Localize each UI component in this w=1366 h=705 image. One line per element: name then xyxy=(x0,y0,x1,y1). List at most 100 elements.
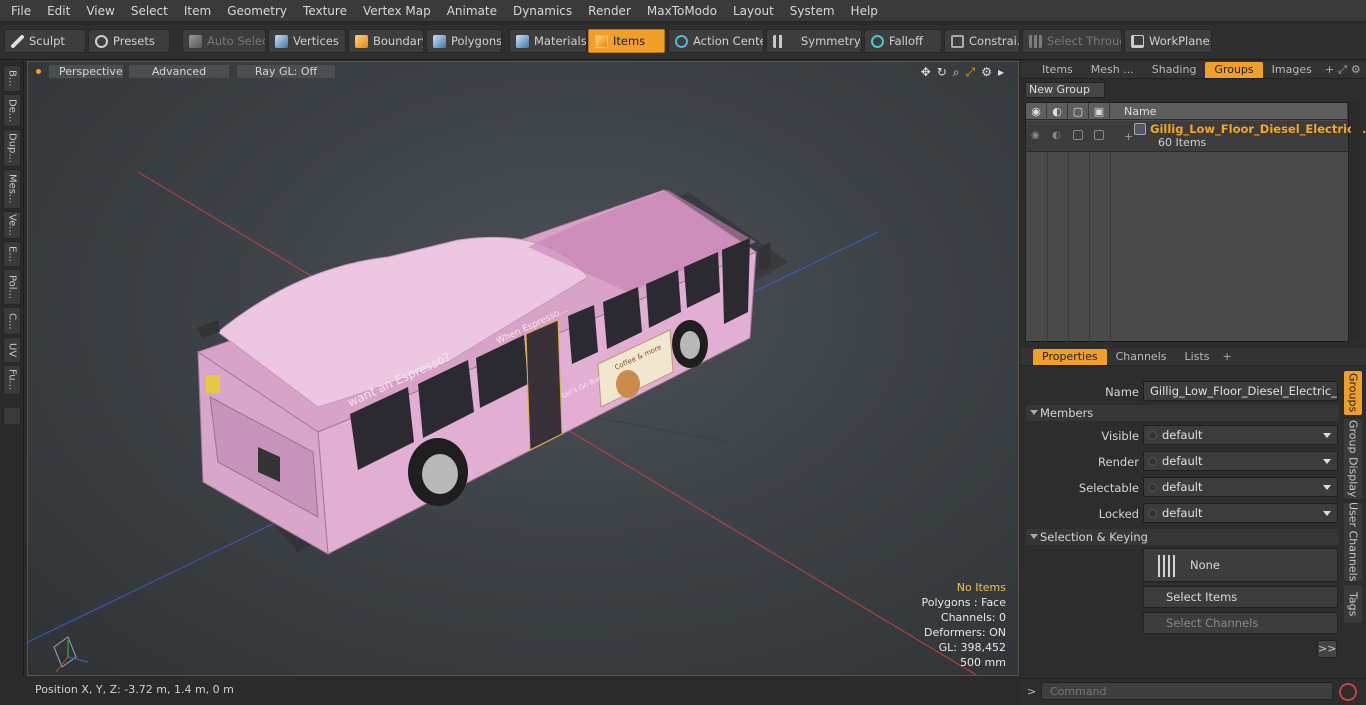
menu-item[interactable]: Item xyxy=(176,4,219,18)
falloff-button[interactable]: Falloff xyxy=(864,29,942,53)
tab-curve[interactable]: C... xyxy=(3,307,21,335)
zoom-icon[interactable]: ⌕ xyxy=(953,65,960,80)
vtab-groups[interactable]: Groups xyxy=(1344,371,1362,415)
tab-edge[interactable]: E... xyxy=(3,241,21,267)
constraints-button[interactable]: Constrai... xyxy=(944,29,1020,53)
items-icon xyxy=(595,34,608,48)
vtab-group-display[interactable]: Group Display xyxy=(1344,419,1362,499)
render-icon[interactable]: ◐ xyxy=(1047,102,1068,120)
command-input[interactable] xyxy=(1041,682,1333,700)
workplane-button[interactable]: WorkPlane xyxy=(1124,29,1212,53)
group-name[interactable]: Gillig_Low_Floor_Diesel_Electric ... xyxy=(1150,122,1366,136)
gear-icon[interactable]: ⚙ xyxy=(981,65,992,80)
group-count: 60 Items xyxy=(1158,136,1207,149)
boundary-button[interactable]: Boundary xyxy=(348,29,424,53)
select-through-button[interactable]: Select Through xyxy=(1022,29,1122,53)
name-field[interactable]: Gillig_Low_Floor_Diesel_Electric_Hybri xyxy=(1143,381,1338,401)
middle-door xyxy=(525,319,563,451)
tab-channels[interactable]: Channels xyxy=(1107,349,1176,365)
add-tab-icon[interactable]: + xyxy=(1325,63,1334,76)
raygl-toggle[interactable]: Ray GL: Off xyxy=(236,64,336,79)
select-channels-button[interactable]: Select Channels xyxy=(1143,612,1338,634)
members-section[interactable]: Members xyxy=(1026,405,1339,421)
viewport-options-icon[interactable] xyxy=(36,69,41,74)
presets-button[interactable]: Presets xyxy=(88,29,170,53)
menu-geometry[interactable]: Geometry xyxy=(219,4,295,18)
menu-edit[interactable]: Edit xyxy=(39,4,78,18)
tab-extra[interactable] xyxy=(3,407,21,425)
gear-icon[interactable]: ⚙ xyxy=(1351,63,1361,76)
vtab-user-channels[interactable]: User Channels xyxy=(1344,502,1362,582)
tab-shading[interactable]: Shading xyxy=(1143,62,1206,78)
tab-duplicate[interactable]: Dup... xyxy=(3,129,21,167)
menu-view[interactable]: View xyxy=(78,4,122,18)
menu-animate[interactable]: Animate xyxy=(439,4,505,18)
menu-layout[interactable]: Layout xyxy=(725,4,782,18)
visible-dropdown[interactable]: default xyxy=(1143,425,1338,445)
items-button[interactable]: Items xyxy=(588,29,665,53)
visibility-icon[interactable]: ◉ xyxy=(1031,130,1040,141)
expand-icon[interactable]: + xyxy=(1124,130,1133,143)
lock-icon[interactable]: ▣ xyxy=(1089,102,1110,120)
locked-dropdown[interactable]: default xyxy=(1143,503,1338,523)
menu-system[interactable]: System xyxy=(782,4,843,18)
main-toolbar: Sculpt Presets Auto Select Vertices1 Bou… xyxy=(0,25,1366,60)
tab-uv[interactable]: UV xyxy=(3,337,21,363)
selectable-dropdown[interactable]: default xyxy=(1143,477,1338,497)
3d-viewport[interactable]: want an Espresso? When Espresso... Let's… xyxy=(27,61,1019,676)
fit-icon[interactable]: ⤢ xyxy=(966,65,976,80)
rotate-icon[interactable]: ↻ xyxy=(937,65,947,80)
none-button[interactable]: None xyxy=(1143,548,1338,582)
vertices-button[interactable]: Vertices1 xyxy=(268,29,346,53)
symmetry-button[interactable]: Symmetry xyxy=(766,29,862,53)
tab-fusion[interactable]: Fu... xyxy=(3,365,21,395)
tab-deform[interactable]: De... xyxy=(3,94,21,127)
tab-mesh-edit[interactable]: Mes... xyxy=(3,169,21,209)
menu-file[interactable]: File xyxy=(3,4,39,18)
group-row[interactable]: ◉ ◐ + Gillig_Low_Floor_Diesel_Electric .… xyxy=(1026,121,1366,152)
tab-polygon[interactable]: Pol... xyxy=(3,269,21,305)
sculpt-button[interactable]: Sculpt xyxy=(4,29,86,53)
shading-dropdown[interactable]: Advanced xyxy=(128,64,230,79)
eye-icon[interactable]: ◉ xyxy=(1026,102,1047,120)
add-tab-icon[interactable]: + xyxy=(1222,350,1231,363)
menu-help[interactable]: Help xyxy=(843,4,886,18)
play-icon[interactable]: ▸ xyxy=(998,65,1004,80)
info-items: No Items xyxy=(956,581,1006,594)
auto-select-button[interactable]: Auto Select xyxy=(182,29,266,53)
tab-mesh[interactable]: Mesh ... xyxy=(1082,62,1143,78)
menu-texture[interactable]: Texture xyxy=(295,4,355,18)
new-group-button[interactable]: New Group xyxy=(1025,82,1105,98)
select-icon[interactable]: ▢ xyxy=(1068,102,1089,120)
tab-vertex[interactable]: Ve... xyxy=(3,211,21,239)
select-items-button[interactable]: Select Items xyxy=(1143,586,1338,608)
action-center-button[interactable]: Action Center xyxy=(668,29,764,53)
menu-select[interactable]: Select xyxy=(123,4,176,18)
chevron-down-icon xyxy=(1323,511,1331,516)
render-toggle-icon[interactable]: ◐ xyxy=(1052,130,1061,141)
tab-lists[interactable]: Lists xyxy=(1176,349,1219,365)
polygons-button[interactable]: Polygons xyxy=(426,29,502,53)
view-mode-dropdown[interactable]: Perspective xyxy=(48,64,124,79)
render-dropdown[interactable]: default xyxy=(1143,451,1338,471)
lock-toggle-icon[interactable] xyxy=(1094,130,1104,140)
tab-items[interactable]: Items xyxy=(1033,62,1082,78)
menu-maxtomodo[interactable]: MaxToModo xyxy=(639,4,725,18)
select-toggle-icon[interactable] xyxy=(1073,130,1083,140)
move-icon[interactable]: ✥ xyxy=(921,65,931,80)
cube-icon xyxy=(189,34,202,48)
more-button[interactable]: >> xyxy=(1317,640,1337,658)
groups-scrollbar[interactable] xyxy=(1351,102,1361,342)
menu-dynamics[interactable]: Dynamics xyxy=(505,4,580,18)
tab-groups[interactable]: Groups xyxy=(1205,61,1263,78)
menu-render[interactable]: Render xyxy=(580,4,639,18)
tab-properties[interactable]: Properties xyxy=(1033,348,1107,365)
tab-basic[interactable]: B... xyxy=(3,65,21,92)
tab-images[interactable]: Images xyxy=(1263,62,1321,78)
vtab-tags[interactable]: Tags xyxy=(1344,585,1362,623)
expand-icon[interactable]: ⤢ xyxy=(1338,63,1347,77)
menu-vertex-map[interactable]: Vertex Map xyxy=(355,4,439,18)
selection-keying-section[interactable]: Selection & Keying xyxy=(1026,529,1339,545)
materials-button[interactable]: Materials xyxy=(509,29,587,53)
record-icon[interactable] xyxy=(1339,683,1357,701)
